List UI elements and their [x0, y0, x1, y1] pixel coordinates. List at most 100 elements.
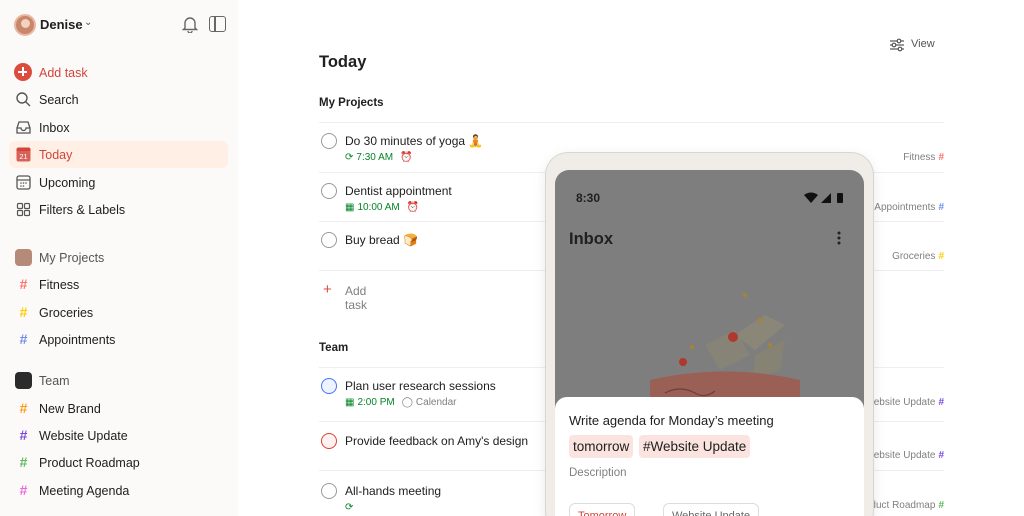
project-select-button[interactable]: Website Update	[663, 503, 760, 516]
hash-icon: #	[938, 450, 944, 461]
alarm-icon: ⏰	[406, 202, 420, 213]
nav-label: Upcoming	[39, 176, 96, 190]
task-checkbox[interactable]	[321, 133, 337, 149]
hash-icon: #	[19, 400, 28, 416]
more-vertical-icon[interactable]	[836, 230, 842, 246]
empty-state-illustration	[650, 293, 800, 405]
sidebar-item-today[interactable]: 21 Today	[9, 141, 228, 168]
sidebar-toggle-icon[interactable]	[209, 16, 226, 32]
task-checkbox[interactable]	[321, 378, 337, 394]
task-project[interactable]: Appointments #	[874, 202, 944, 213]
task-meta: ⟳ 7:30 AM ⏰	[345, 152, 413, 163]
hash-icon: #	[19, 331, 28, 347]
nav-label: Add task	[39, 66, 88, 80]
add-task-button[interactable]: Add task	[9, 59, 228, 86]
today-day-number: 21	[19, 152, 27, 161]
sidebar-item-product-roadmap[interactable]: # Product Roadmap	[9, 449, 228, 476]
hash-icon: #	[19, 427, 28, 443]
sidebar-item-website-update[interactable]: # Website Update	[9, 422, 228, 449]
nav-label: Filters & Labels	[39, 203, 126, 217]
nav-label: Today	[39, 148, 73, 162]
task-title: Provide feedback on Amy's design	[345, 434, 529, 448]
sidebar-item-fitness[interactable]: # Fitness	[9, 271, 228, 298]
task-project-name: Appointments	[874, 202, 936, 213]
plus-circle-icon	[14, 63, 32, 81]
task-meta: ⟳	[345, 502, 353, 513]
chevron-down-icon[interactable]: ⌄	[84, 17, 92, 28]
task-checkbox[interactable]	[321, 183, 337, 199]
section-title-my-projects: My Projects	[319, 97, 384, 109]
add-task-label: Add task	[345, 284, 368, 312]
task-project-name: Website Update	[864, 450, 936, 461]
task-time: 7:30 AM	[356, 152, 394, 163]
grid-icon	[16, 202, 31, 217]
hash-icon: #	[938, 397, 944, 408]
sidebar-section-my-projects[interactable]: My Projects	[9, 244, 228, 271]
calendar-grid-icon	[16, 175, 31, 190]
task-project-name: Groceries	[892, 251, 936, 262]
task-label: Calendar	[415, 397, 457, 408]
task-time: 2:00 PM	[357, 397, 395, 408]
search-icon	[16, 92, 31, 107]
project-label: Groceries	[39, 306, 94, 320]
recurring-icon: ⟳	[345, 152, 354, 163]
quick-add-title[interactable]: Write agenda for Monday’s meeting	[569, 413, 774, 428]
project-label: New Brand	[39, 402, 101, 416]
task-project[interactable]: Fitness #	[903, 152, 944, 163]
task-checkbox[interactable]	[321, 433, 337, 449]
phone-title: Inbox	[569, 230, 613, 248]
divider	[319, 122, 944, 123]
sidebar-section-team[interactable]: Team	[9, 367, 228, 394]
hash-icon: #	[19, 454, 28, 470]
date-chip[interactable]: tomorrow	[569, 435, 634, 458]
hash-icon: #	[938, 152, 944, 163]
sidebar-item-meeting-agenda[interactable]: # Meeting Agenda	[9, 477, 228, 504]
sidebar-item-new-brand[interactable]: # New Brand	[9, 395, 228, 422]
nav-label: Search	[39, 93, 79, 107]
project-label: Meeting Agenda	[39, 484, 130, 498]
hash-icon: #	[938, 202, 944, 213]
phone-screen: 8:30 Inbox Write agenda for Monday’s mee…	[555, 170, 864, 516]
alarm-icon: ⏰	[400, 152, 413, 163]
bell-icon[interactable]	[182, 15, 198, 33]
project-label: Product Roadmap	[39, 456, 140, 470]
sidebar-item-inbox[interactable]: Inbox	[9, 114, 228, 141]
project-label: Appointments	[39, 333, 116, 347]
sidebar-item-search[interactable]: Search	[9, 86, 228, 113]
plus-icon: +	[323, 281, 332, 298]
task-project[interactable]: Groceries #	[892, 251, 944, 262]
task-project[interactable]: Website Update #	[864, 450, 944, 461]
task-time: 10:00 AM	[357, 202, 400, 213]
section-label: My Projects	[39, 251, 105, 265]
hash-icon: #	[19, 276, 28, 292]
task-title: Plan user research sessions	[345, 379, 496, 393]
due-date-button[interactable]: Tomorrow	[569, 503, 636, 516]
task-project-name: Fitness	[903, 152, 936, 163]
task-meta: ▦ 2:00 PM ◯ Calendar	[345, 397, 457, 408]
task-meta: ▦ 10:00 AM ⏰	[345, 202, 419, 213]
section-label: Team	[39, 374, 70, 388]
sidebar-item-upcoming[interactable]: Upcoming	[9, 169, 228, 196]
hash-icon: #	[938, 500, 944, 511]
username[interactable]: Denise	[40, 17, 83, 32]
task-checkbox[interactable]	[321, 232, 337, 248]
project-chip[interactable]: #Website Update	[639, 435, 751, 458]
quick-add-sheet: Write agenda for Monday’s meeting tomorr…	[555, 397, 864, 516]
calendar-today-icon: 21	[16, 147, 31, 162]
task-title: Buy bread 🍞	[345, 233, 418, 247]
task-project[interactable]: Website Update #	[864, 397, 944, 408]
my-projects-avatar-icon	[15, 249, 32, 266]
hash-icon: #	[19, 482, 28, 498]
task-project-name: Website Update	[864, 397, 936, 408]
description-placeholder[interactable]: Description	[569, 467, 627, 479]
project-label: Website Update	[39, 429, 128, 443]
tag-icon: ◯	[401, 397, 413, 408]
sidebar-item-groceries[interactable]: # Groceries	[9, 299, 228, 326]
sidebar-header: Denise ⌄	[14, 13, 228, 37]
recurring-icon: ⟳	[345, 502, 354, 513]
task-title: Do 30 minutes of yoga 🧘	[345, 134, 484, 148]
sidebar-item-filters-labels[interactable]: Filters & Labels	[9, 196, 228, 223]
sidebar-item-appointments[interactable]: # Appointments	[9, 326, 228, 353]
avatar[interactable]	[14, 14, 36, 36]
task-checkbox[interactable]	[321, 483, 337, 499]
